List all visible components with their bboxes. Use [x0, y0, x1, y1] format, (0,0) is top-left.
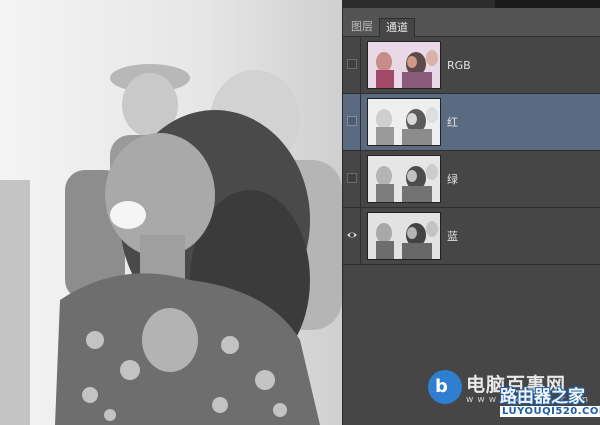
channels-panel: 图层 通道 RGB 红 绿 蓝: [342, 8, 600, 425]
eye-icon: [347, 232, 357, 238]
channel-label: 红: [447, 116, 458, 129]
channel-row-green[interactable]: 绿: [343, 151, 600, 208]
top-strip: [342, 0, 600, 8]
pc841-logo-icon: b: [428, 370, 462, 404]
channel-label: 绿: [447, 173, 458, 186]
visibility-toggle[interactable]: [343, 37, 361, 93]
panel-tabs: 图层 通道: [343, 8, 600, 37]
channel-thumbnail: [367, 98, 441, 146]
channel-row-rgb[interactable]: RGB: [343, 37, 600, 94]
channel-thumbnail: [367, 155, 441, 203]
visibility-toggle[interactable]: [343, 208, 361, 264]
visibility-toggle[interactable]: [343, 94, 361, 150]
visibility-toggle[interactable]: [343, 151, 361, 207]
watermark-luyouqi: 路由器之家 LUYOUQI520.COM: [500, 382, 600, 425]
visibility-off-icon: [347, 116, 357, 126]
channel-row-red[interactable]: 红: [343, 94, 600, 151]
tab-channels[interactable]: 通道: [379, 18, 415, 37]
image-canvas[interactable]: [0, 0, 342, 425]
channel-row-blue[interactable]: 蓝: [343, 208, 600, 265]
visibility-off-icon: [347, 59, 357, 69]
channel-thumbnail: [367, 212, 441, 260]
channel-label: 蓝: [447, 230, 458, 243]
visibility-off-icon: [347, 173, 357, 183]
watermark-url-2: LUYOUQI520.COM: [500, 406, 600, 417]
tab-layers[interactable]: 图层: [345, 18, 379, 36]
watermark-title-2: 路由器之家: [500, 387, 585, 407]
channel-label: RGB: [447, 59, 471, 72]
channel-thumbnail: [367, 41, 441, 89]
